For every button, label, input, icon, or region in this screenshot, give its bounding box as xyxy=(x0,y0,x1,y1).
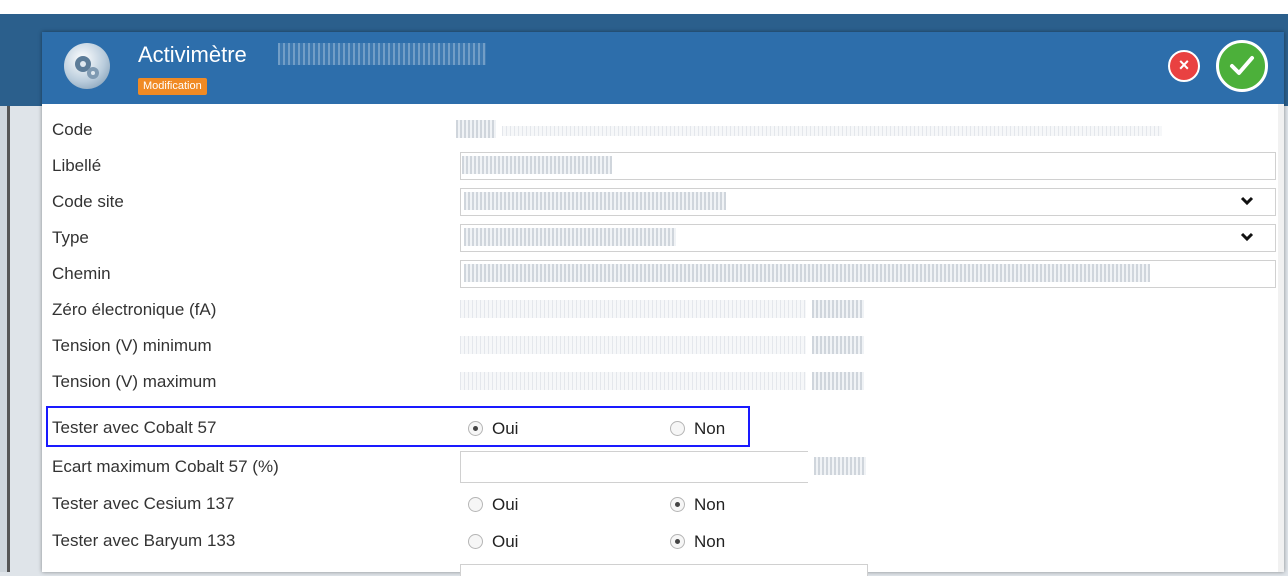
radio-label: Oui xyxy=(492,532,519,551)
top-strip xyxy=(0,0,1288,14)
ecart-cobalt-input[interactable] xyxy=(460,451,808,483)
field-row-tension-max: Tension (V) maximum xyxy=(42,364,1284,400)
edit-dialog: Activimètre Modification × Code Libellé … xyxy=(42,32,1284,576)
field-label: Code xyxy=(52,120,93,139)
dialog-title: Activimètre xyxy=(138,42,247,67)
field-row-code-site: Code site xyxy=(42,184,1284,220)
field-row-chemin: Chemin xyxy=(42,256,1284,292)
radio-label: Oui xyxy=(492,419,519,438)
field-row-tension-min: Tension (V) minimum xyxy=(42,328,1284,364)
radio-button[interactable] xyxy=(670,421,685,436)
dialog-header: Activimètre Modification × xyxy=(42,32,1284,104)
radio-button-selected[interactable] xyxy=(468,421,483,436)
field-label: Tension (V) minimum xyxy=(52,336,212,355)
field-row-code: Code xyxy=(42,112,1284,148)
field-label: Tester avec Baryum 133 xyxy=(52,531,236,550)
field-label: Code site xyxy=(52,192,124,211)
radio-label: Non xyxy=(694,419,726,438)
field-row-ecart-cobalt: Ecart maximum Cobalt 57 (%) xyxy=(42,449,1284,485)
confirm-button[interactable] xyxy=(1216,40,1268,92)
radio-button[interactable] xyxy=(468,497,483,512)
field-row-test-cesium: Tester avec Cesium 137 Oui Non xyxy=(42,488,1284,524)
field-row-test-baryum: Tester avec Baryum 133 Oui Non xyxy=(42,525,1284,561)
background-left-panel xyxy=(0,106,10,572)
radio-button-selected[interactable] xyxy=(670,497,685,512)
field-label: Libellé xyxy=(52,156,102,175)
redacted-value xyxy=(460,372,806,390)
partial-input[interactable] xyxy=(460,564,868,576)
redacted-value xyxy=(812,372,864,390)
redacted-value xyxy=(814,457,866,475)
field-label: Zéro électronique (fA) xyxy=(52,300,217,319)
field-row-partial xyxy=(42,562,1284,576)
field-row-libelle: Libellé xyxy=(42,148,1284,184)
redacted-title-suffix xyxy=(278,43,486,65)
radio-button-selected[interactable] xyxy=(670,534,685,549)
field-label: Tension (V) maximum xyxy=(52,372,217,391)
radio-label: Oui xyxy=(492,495,519,514)
gears-icon xyxy=(64,43,110,89)
field-label: Tester avec Cesium 137 xyxy=(52,494,235,513)
redacted-value xyxy=(812,300,864,318)
radio-label: Non xyxy=(694,495,726,514)
redacted-value xyxy=(502,126,1162,136)
field-row-zero-electronique: Zéro électronique (fA) xyxy=(42,292,1284,328)
close-icon: × xyxy=(1178,55,1190,75)
redacted-value xyxy=(460,336,806,354)
cancel-button[interactable]: × xyxy=(1168,50,1200,82)
field-label: Chemin xyxy=(52,264,111,283)
chevron-down-icon xyxy=(1240,196,1254,206)
field-row-type: Type xyxy=(42,220,1284,256)
radio-button[interactable] xyxy=(468,534,483,549)
chevron-down-icon xyxy=(1240,232,1254,242)
redacted-value xyxy=(812,336,864,354)
redacted-value xyxy=(460,300,806,318)
mode-badge: Modification xyxy=(138,78,207,95)
redacted-value xyxy=(464,192,726,210)
field-row-test-cobalt: Tester avec Cobalt 57 Oui Non xyxy=(42,412,1284,448)
field-label: Tester avec Cobalt 57 xyxy=(52,418,217,437)
field-label: Ecart maximum Cobalt 57 (%) xyxy=(52,457,279,476)
radio-label: Non xyxy=(694,532,726,551)
redacted-value xyxy=(456,120,496,138)
redacted-value xyxy=(464,264,1150,282)
checkmark-icon xyxy=(1230,56,1254,75)
redacted-value xyxy=(464,228,676,246)
field-label: Type xyxy=(52,228,89,247)
redacted-value xyxy=(462,156,612,174)
